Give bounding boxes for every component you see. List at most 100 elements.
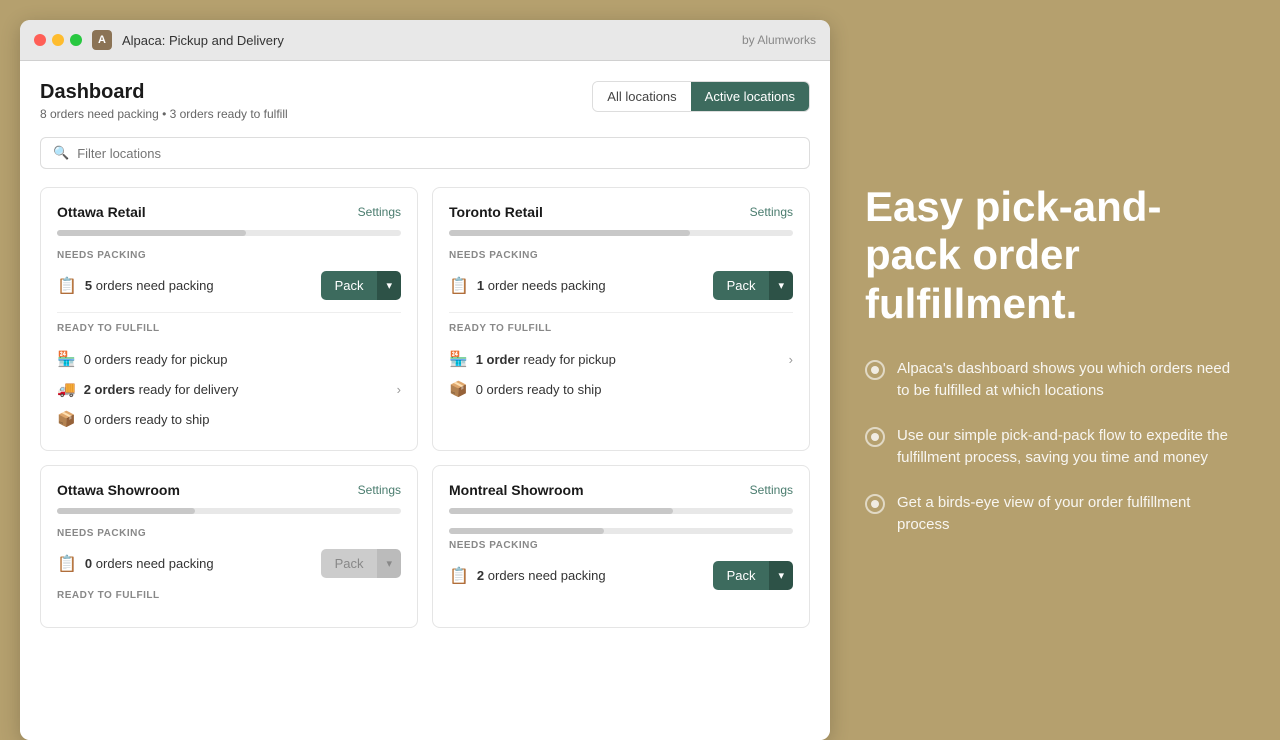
- progress-bar-container: [449, 508, 793, 514]
- fulfill-row-ship: 📦 0 orders ready to ship: [57, 404, 401, 434]
- ship-icon: 📦: [449, 380, 468, 398]
- tab-active-locations[interactable]: Active locations: [691, 82, 809, 111]
- second-progress-bar-container: [449, 528, 793, 534]
- location-name: Montreal Showroom: [449, 482, 584, 498]
- card-header: Ottawa Showroom Settings: [57, 482, 401, 498]
- search-icon: 🔍: [53, 145, 69, 161]
- ship-icon: 📦: [57, 410, 76, 428]
- settings-link[interactable]: Settings: [750, 205, 793, 219]
- app-title: Alpaca: Pickup and Delivery: [122, 33, 732, 48]
- settings-link[interactable]: Settings: [750, 483, 793, 497]
- feature-bullet-1: [865, 360, 885, 380]
- ship-text: 0 orders ready to ship: [476, 382, 602, 397]
- browser-window: A Alpaca: Pickup and Delivery by Alumwor…: [20, 20, 830, 740]
- feature-bullet-inner: [871, 433, 879, 441]
- feature-bullet-2: [865, 427, 885, 447]
- pack-dropdown[interactable]: ▾: [377, 271, 401, 300]
- pack-btn-group: Pack ▾: [713, 561, 793, 590]
- maximize-button[interactable]: [70, 34, 82, 46]
- dashboard-info: Dashboard 8 orders need packing • 3 orde…: [40, 81, 288, 121]
- packing-info: 📋 1 order needs packing: [449, 276, 606, 296]
- locations-grid: Ottawa Retail Settings NEEDS PACKING 📋 5…: [40, 187, 810, 628]
- card-header: Montreal Showroom Settings: [449, 482, 793, 498]
- pickup-icon: 🏪: [449, 350, 468, 368]
- packing-count: 1 order needs packing: [477, 278, 606, 293]
- settings-link[interactable]: Settings: [358, 205, 401, 219]
- pack-btn-group: Pack ▾: [321, 549, 401, 578]
- packing-row: 📋 1 order needs packing Pack ▾: [449, 271, 793, 300]
- card-header: Ottawa Retail Settings: [57, 204, 401, 220]
- pack-dropdown-disabled: ▾: [377, 549, 401, 578]
- progress-bar-container: [57, 230, 401, 236]
- progress-bar-container: [449, 230, 793, 236]
- feature-bullet-inner: [871, 366, 879, 374]
- progress-bar: [449, 508, 673, 514]
- feature-bullet-inner: [871, 500, 879, 508]
- pack-button-disabled: Pack: [321, 549, 378, 578]
- divider: [449, 312, 793, 313]
- needs-packing-label: NEEDS PACKING: [449, 250, 793, 261]
- fulfill-left: 🚚 2 orders ready for delivery: [57, 380, 238, 398]
- card-header: Toronto Retail Settings: [449, 204, 793, 220]
- chevron-right-icon: ›: [789, 352, 793, 367]
- pack-btn-group: Pack ▾: [321, 271, 401, 300]
- hero-title: Easy pick-and-pack order fulfillment.: [865, 183, 1245, 328]
- chevron-right-icon: ›: [397, 382, 401, 397]
- packing-count: 2 orders need packing: [477, 568, 606, 583]
- feature-text-2: Use our simple pick-and-pack flow to exp…: [897, 425, 1245, 470]
- packing-icon: 📋: [57, 554, 77, 574]
- ready-to-fulfill-label: READY TO FULFILL: [57, 590, 401, 601]
- packing-icon: 📋: [449, 276, 469, 296]
- location-card-toronto-retail: Toronto Retail Settings NEEDS PACKING 📋 …: [432, 187, 810, 451]
- right-panel: Easy pick-and-pack order fulfillment. Al…: [830, 0, 1280, 720]
- tab-all-locations[interactable]: All locations: [593, 82, 690, 111]
- fulfill-row-pickup[interactable]: 🏪 1 order ready for pickup ›: [449, 344, 793, 374]
- packing-row: 📋 2 orders need packing Pack ▾: [449, 561, 793, 590]
- packing-icon: 📋: [57, 276, 77, 296]
- location-tabs: All locations Active locations: [592, 81, 810, 112]
- app-logo: A: [92, 30, 112, 50]
- pack-button[interactable]: Pack: [321, 271, 378, 300]
- packing-row: 📋 5 orders need packing Pack ▾: [57, 271, 401, 300]
- feature-item-1: Alpaca's dashboard shows you which order…: [865, 358, 1245, 403]
- packing-count: 5 orders need packing: [85, 278, 214, 293]
- packing-info: 📋 2 orders need packing: [449, 566, 606, 586]
- location-name: Ottawa Retail: [57, 204, 146, 220]
- pack-dropdown[interactable]: ▾: [769, 271, 793, 300]
- search-input[interactable]: [77, 146, 797, 161]
- feature-text-3: Get a birds-eye view of your order fulfi…: [897, 492, 1245, 537]
- fulfill-left: 🏪 1 order ready for pickup: [449, 350, 616, 368]
- needs-packing-label: NEEDS PACKING: [57, 528, 401, 539]
- pack-button[interactable]: Pack: [713, 561, 770, 590]
- divider: [57, 312, 401, 313]
- fulfill-row-ship: 📦 0 orders ready to ship: [449, 374, 793, 404]
- feature-bullet-3: [865, 494, 885, 514]
- packing-count: 0 orders need packing: [85, 556, 214, 571]
- location-card-montreal-showroom: Montreal Showroom Settings NEEDS PACKING…: [432, 465, 810, 628]
- pickup-icon: 🏪: [57, 350, 76, 368]
- page-title: Dashboard: [40, 81, 288, 104]
- pack-dropdown[interactable]: ▾: [769, 561, 793, 590]
- feature-item-3: Get a birds-eye view of your order fulfi…: [865, 492, 1245, 537]
- browser-content: Dashboard 8 orders need packing • 3 orde…: [20, 61, 830, 740]
- packing-info: 📋 5 orders need packing: [57, 276, 214, 296]
- feature-text-1: Alpaca's dashboard shows you which order…: [897, 358, 1245, 403]
- dashboard-subtitle: 8 orders need packing • 3 orders ready t…: [40, 107, 288, 121]
- pack-button[interactable]: Pack: [713, 271, 770, 300]
- fulfill-left: 📦 0 orders ready to ship: [57, 410, 209, 428]
- fulfill-row-delivery[interactable]: 🚚 2 orders ready for delivery ›: [57, 374, 401, 404]
- needs-packing-label: NEEDS PACKING: [449, 540, 793, 551]
- pickup-text: 0 orders ready for pickup: [84, 352, 228, 367]
- packing-info: 📋 0 orders need packing: [57, 554, 214, 574]
- location-card-ottawa-showroom: Ottawa Showroom Settings NEEDS PACKING 📋…: [40, 465, 418, 628]
- fulfill-left: 🏪 0 orders ready for pickup: [57, 350, 227, 368]
- close-button[interactable]: [34, 34, 46, 46]
- minimize-button[interactable]: [52, 34, 64, 46]
- delivery-icon: 🚚: [57, 380, 76, 398]
- search-bar: 🔍: [40, 137, 810, 169]
- settings-link[interactable]: Settings: [358, 483, 401, 497]
- features-list: Alpaca's dashboard shows you which order…: [865, 358, 1245, 537]
- location-name: Ottawa Showroom: [57, 482, 180, 498]
- ready-to-fulfill-label: READY TO FULFILL: [449, 323, 793, 334]
- ship-text: 0 orders ready to ship: [84, 412, 210, 427]
